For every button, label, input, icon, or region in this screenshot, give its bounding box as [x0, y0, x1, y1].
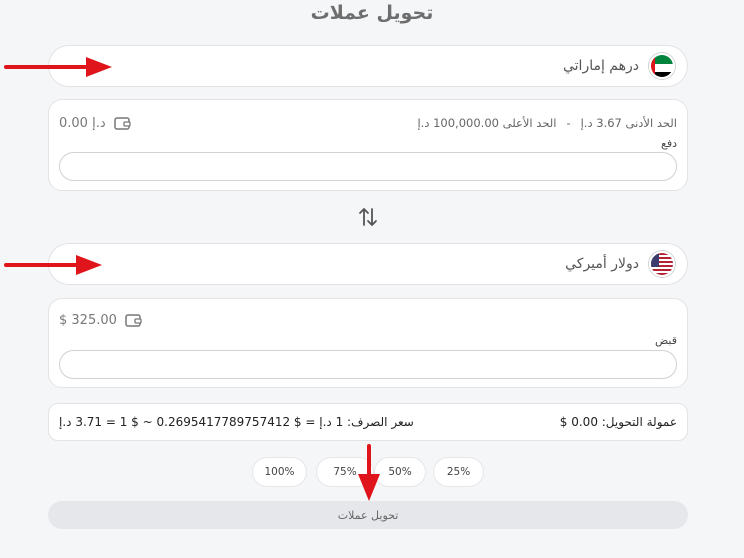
min-limit: الحد الأدنى 3.67 د.إ	[580, 116, 677, 130]
to-currency-name: دولار أميركي	[565, 256, 639, 272]
pay-amount-input[interactable]	[59, 152, 677, 181]
usa-flag-icon	[649, 251, 675, 277]
percent-100-button[interactable]: 100%	[252, 457, 307, 487]
annotation-arrow-icon	[4, 57, 112, 77]
receive-label: قبض	[654, 334, 677, 347]
wallet-icon	[125, 314, 142, 327]
receive-balance-value: $ 325.00	[59, 312, 117, 328]
from-currency-select[interactable]: درهم إماراتي	[48, 45, 688, 87]
exchange-rate: سعر الصرف: 1 د.إ = $ 0.2695417789757412 …	[59, 415, 414, 429]
wallet-icon	[113, 117, 131, 130]
conversion-fee: عمولة التحويل: 0.00 $	[559, 415, 677, 429]
from-currency-name: درهم إماراتي	[562, 58, 639, 74]
percent-25-button[interactable]: 25%	[433, 457, 484, 487]
swap-arrows-icon[interactable]	[357, 206, 379, 228]
page-title: تحويل عملات	[310, 2, 434, 24]
uae-flag-icon	[649, 53, 675, 79]
max-limit: الحد الأعلى 100,000.00 د.إ	[417, 116, 557, 130]
annotation-arrow-icon	[358, 444, 380, 501]
receive-balance: $ 325.00	[59, 313, 142, 328]
convert-button[interactable]: تحويل عملات	[48, 501, 688, 529]
pay-label: دفع	[660, 137, 677, 150]
pay-card: 0.00 د.إ الحد الأدنى 3.67 د.إ - الحد الأ…	[48, 99, 688, 191]
exchange-info: سعر الصرف: 1 د.إ = $ 0.2695417789757412 …	[48, 403, 688, 441]
limits: الحد الأدنى 3.67 د.إ - الحد الأعلى 100,0…	[417, 116, 677, 130]
pay-balance-value: 0.00 د.إ	[59, 115, 106, 131]
pay-balance: 0.00 د.إ	[59, 116, 131, 131]
limit-separator: -	[566, 116, 571, 130]
to-currency-select[interactable]: دولار أميركي	[48, 243, 688, 285]
receive-card: $ 325.00 قبض	[48, 298, 688, 388]
receive-amount-input[interactable]	[59, 350, 677, 379]
annotation-arrow-icon	[4, 255, 102, 275]
